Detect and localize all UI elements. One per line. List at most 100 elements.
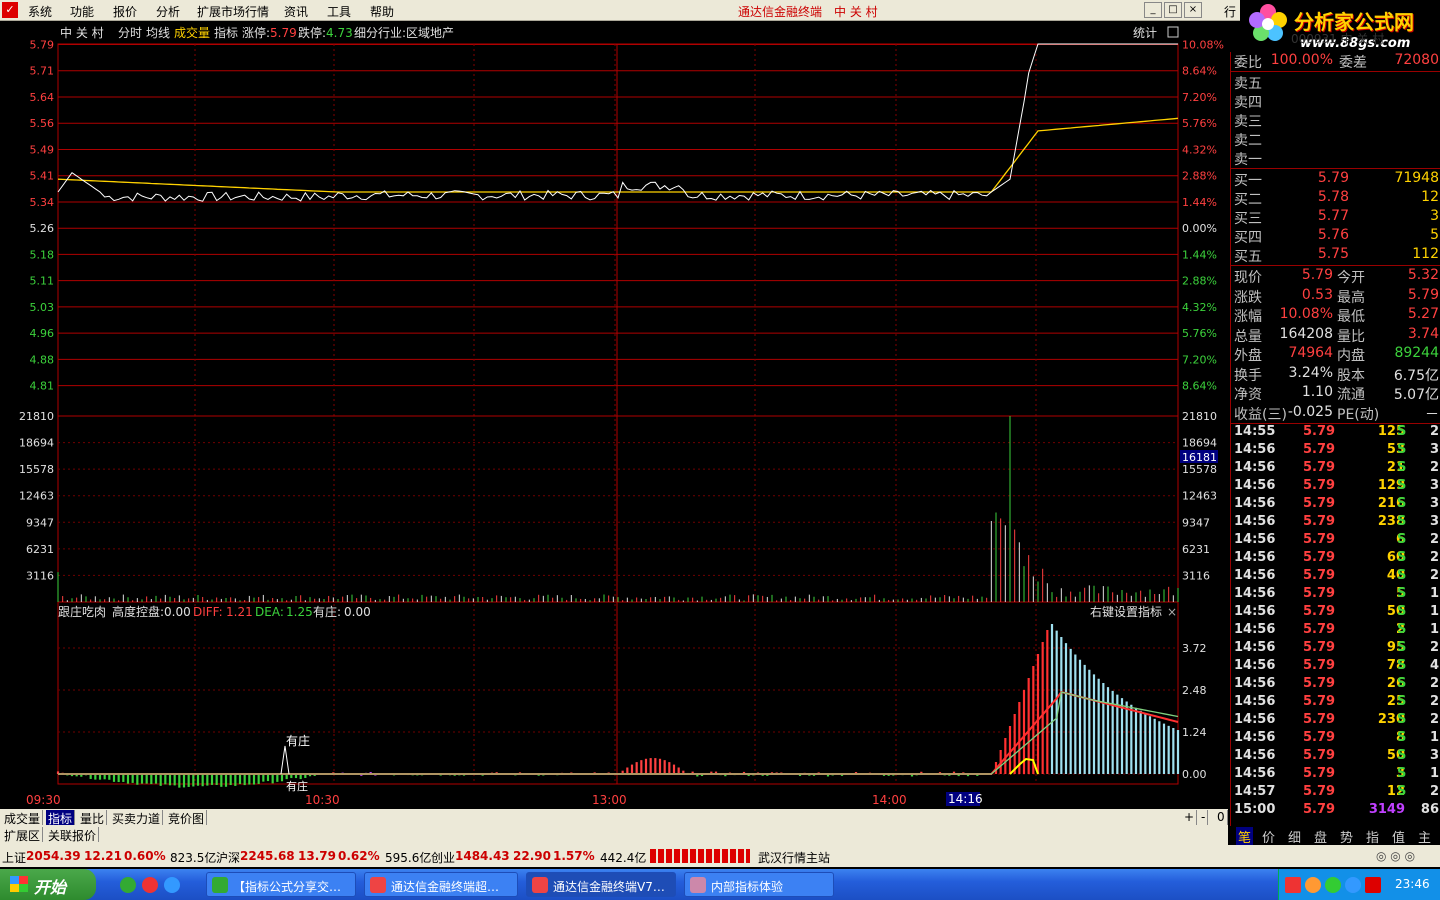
tray-ime-icon[interactable] — [1365, 877, 1381, 893]
buy-label: 买一 — [1234, 173, 1262, 189]
tick-price: 5.79 — [1303, 478, 1336, 493]
task-internal-indicator[interactable]: 内部指标体验 — [684, 872, 834, 897]
tick-price: 5.79 — [1303, 766, 1336, 781]
minimize-button[interactable]: _ — [1144, 2, 1162, 18]
tick-count: 2 — [1429, 532, 1439, 547]
tick-row: 14:56 5.79 21 S 2 — [1231, 460, 1440, 478]
rtab-trades[interactable]: 笔 — [1236, 827, 1254, 846]
buy-price: 5.78 — [1317, 189, 1349, 205]
close-button[interactable]: × — [1184, 2, 1202, 18]
intraday-chart[interactable]: 中 关 村 分时 均线 成交量 指标 涨停: 5.79 跌停: 4.73 细分行… — [0, 24, 1228, 809]
menu-function[interactable]: 功能 — [70, 3, 94, 20]
menu-help[interactable]: 帮助 — [370, 3, 394, 20]
stat-value: 3.74 — [1407, 325, 1439, 342]
tab-volume-ratio[interactable]: 量比 — [78, 810, 108, 826]
tick-time: 14:56 — [1234, 514, 1276, 529]
menu-analysis[interactable]: 分析 — [156, 3, 180, 20]
rtab-main[interactable]: 主 — [1418, 827, 1431, 846]
tick-row: 14:55 5.79 125 S 2 — [1231, 424, 1440, 442]
menu-news[interactable]: 资讯 — [284, 3, 308, 20]
tray-network-icon[interactable] — [1345, 877, 1361, 893]
server-name[interactable]: 武汉行情主站 — [758, 849, 830, 866]
tray-s-icon[interactable] — [1285, 877, 1301, 893]
rtab-indicator[interactable]: 指 — [1366, 827, 1379, 846]
buy-level-row[interactable]: 买四 5.76 5 — [1231, 227, 1440, 246]
rtab-orderbook[interactable]: 盘 — [1314, 827, 1327, 846]
task-tdx-v7[interactable]: 通达信金融终端V7… — [526, 872, 676, 897]
tab-extension-area[interactable]: 扩展区 — [2, 827, 44, 843]
task-icon — [212, 877, 228, 893]
tick-side: S — [1397, 478, 1407, 493]
tab-indicator[interactable]: 指标 — [46, 810, 76, 826]
tick-side: S — [1397, 604, 1407, 619]
tick-time: 14:56 — [1234, 748, 1276, 763]
tick-count: 3 — [1429, 748, 1439, 763]
quicklaunch-desktop-icon[interactable] — [120, 877, 136, 893]
buy-level-row[interactable]: 买一 5.79 71948 — [1231, 170, 1440, 189]
height-label: 高度控盘: — [112, 604, 164, 619]
stats-button[interactable]: 统计 — [1133, 26, 1157, 40]
stat-value: 0.53 — [1301, 286, 1333, 303]
stat-label: 内盘 — [1337, 348, 1365, 364]
price-tick-label: 5.56 — [30, 117, 55, 130]
pct-tick-label: 4.32% — [1182, 143, 1217, 156]
zoom-in-button[interactable]: + — [1182, 810, 1198, 825]
tick-count: 2 — [1429, 676, 1439, 691]
menu-quote[interactable]: 报价 — [113, 3, 137, 20]
buy-level-row[interactable]: 买五 5.75 112 — [1231, 246, 1440, 265]
task-tdx-super[interactable]: 通达信金融终端超… — [364, 872, 518, 897]
volume-tick-label: 21810 — [19, 410, 54, 423]
indicator-settings-link[interactable]: 右键设置指标 — [1090, 604, 1162, 619]
rtab-trend[interactable]: 势 — [1340, 827, 1353, 846]
indicator-close-icon[interactable]: × — [1167, 605, 1177, 619]
tick-row: 14:56 5.79 238 S 3 — [1231, 514, 1440, 532]
rtab-detail[interactable]: 细 — [1288, 827, 1301, 846]
pct-tick-label: 7.20% — [1182, 353, 1217, 366]
mode-volume[interactable]: 成交量 — [174, 25, 210, 40]
quicklaunch-ie-icon[interactable] — [164, 877, 180, 893]
stat-value: 5.79 — [1407, 286, 1439, 303]
volume-tick-label-right: 6231 — [1182, 543, 1210, 556]
task-formula-share[interactable]: 【指标公式分享交… — [206, 872, 356, 897]
tray-shield-icon[interactable] — [1325, 877, 1341, 893]
task-label: 通达信金融终端V7… — [553, 880, 665, 894]
maximize-button[interactable]: □ — [1164, 2, 1182, 18]
zoom-reset-button[interactable]: 0 — [1215, 810, 1228, 825]
tab-auction[interactable]: 竞价图 — [166, 810, 208, 826]
menu-tools[interactable]: 工具 — [327, 3, 351, 20]
tab-related-quotes[interactable]: 关联报价 — [46, 827, 100, 843]
mode-indicator[interactable]: 指标 — [214, 25, 238, 40]
price-tick-label: 5.11 — [30, 275, 55, 288]
tab-volume[interactable]: 成交量 — [2, 810, 44, 826]
menu-extended-market[interactable]: 扩展市场行情 — [197, 3, 269, 20]
tray-firefox-icon[interactable] — [1305, 877, 1321, 893]
mode-junxian[interactable]: 均线 — [146, 26, 170, 40]
tick-price: 5.79 — [1303, 676, 1336, 691]
menu-right-label[interactable]: 行 — [1224, 3, 1236, 20]
stat-row: 总量 164208 量比 3.74 — [1231, 326, 1440, 345]
stat-label: 净资 — [1234, 387, 1262, 403]
buy-volume: 5 — [1430, 227, 1439, 243]
rtab-value[interactable]: 值 — [1392, 827, 1405, 846]
app-logo-icon[interactable]: ✓ — [2, 2, 18, 18]
zoom-out-button[interactable]: - — [1199, 810, 1209, 825]
buy-level-row[interactable]: 买二 5.78 12 — [1231, 189, 1440, 208]
buy-level-row[interactable]: 买三 5.77 3 — [1231, 208, 1440, 227]
tick-time: 14:56 — [1234, 694, 1276, 709]
start-button[interactable]: 开始 — [0, 869, 96, 900]
quicklaunch-app-icon[interactable] — [142, 877, 158, 893]
price-tick-label: 4.88 — [30, 353, 55, 366]
stat-value: 5.79 — [1301, 267, 1333, 283]
stat-value: 5.27 — [1407, 306, 1439, 322]
mode-fenshi[interactable]: 分时 — [118, 26, 142, 40]
index-status-bar[interactable]: 上证 2054.39 12.21 0.60% 823.5亿 沪深 2245.68… — [0, 845, 1440, 867]
diff-label: DIFF: — [193, 605, 223, 619]
tick-time: 14:56 — [1234, 622, 1276, 637]
indicator-name[interactable]: 跟庄吃肉 — [58, 604, 106, 619]
tick-count: 3 — [1429, 496, 1439, 511]
menu-system[interactable]: 系统 — [28, 3, 52, 20]
right-tab-bar: 笔 价 细 盘 势 指 值 主 — [1230, 826, 1440, 846]
rtab-price[interactable]: 价 — [1262, 827, 1275, 846]
tick-count: 3 — [1429, 442, 1439, 457]
tab-buy-sell-force[interactable]: 买卖力道 — [110, 810, 164, 826]
